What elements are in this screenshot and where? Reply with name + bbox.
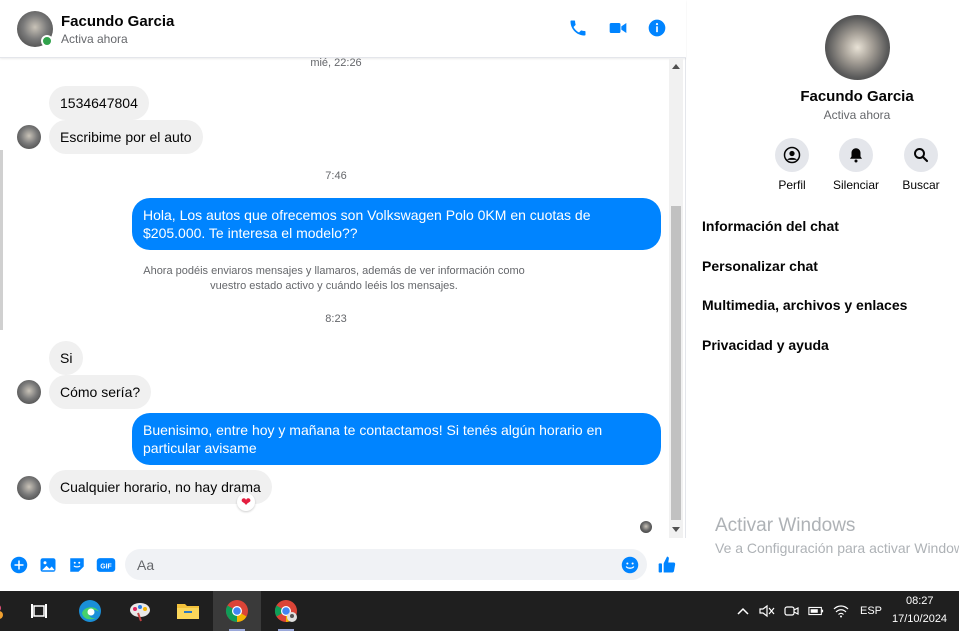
heart-reaction[interactable]: ❤: [237, 493, 255, 511]
chrome-profile-icon[interactable]: [262, 591, 310, 631]
messenger-window: Facundo Garcia Activa ahora mié, 22:26 1…: [0, 0, 959, 591]
window-edge: [0, 150, 3, 330]
search-icon[interactable]: [904, 138, 938, 172]
meet-now-icon[interactable]: [784, 603, 800, 619]
info-icon[interactable]: [646, 17, 668, 39]
search-label: Buscar: [902, 178, 940, 192]
svg-text:GIF: GIF: [100, 563, 112, 570]
chat-scrollbar[interactable]: [669, 58, 683, 538]
incoming-message[interactable]: Si: [49, 341, 84, 375]
windows-activation-title: Activar Windows: [715, 515, 856, 536]
task-view-icon[interactable]: [15, 591, 63, 631]
wifi-icon[interactable]: [833, 603, 849, 619]
scroll-down-arrow-icon[interactable]: [672, 527, 680, 532]
outgoing-message[interactable]: Hola, Los autos que ofrecemos son Volksw…: [132, 198, 661, 250]
mute-label: Silenciar: [832, 178, 880, 192]
windows-activation-subtitle: Ve a Configuración para activar Windows.: [715, 540, 959, 556]
language-indicator[interactable]: ESP: [860, 605, 882, 617]
scroll-up-arrow-icon[interactable]: [672, 64, 680, 69]
menu-chat-info[interactable]: Información del chat: [702, 218, 839, 234]
profile-status: Activa ahora: [823, 108, 891, 122]
video-call-icon[interactable]: [607, 17, 629, 39]
system-notice: Ahora podéis enviaros mensajes y llamaro…: [143, 265, 525, 292]
plus-icon[interactable]: [10, 556, 28, 574]
message-input[interactable]: [125, 549, 647, 580]
outgoing-message[interactable]: Buenisimo, entre hoy y mañana te contact…: [132, 413, 661, 465]
colorful-app-icon[interactable]: [0, 591, 14, 631]
menu-customize-chat[interactable]: Personalizar chat: [702, 258, 818, 274]
thumbs-up-icon[interactable]: [657, 556, 677, 574]
file-explorer-icon[interactable]: [164, 591, 212, 631]
sender-avatar: [17, 476, 41, 500]
message-list[interactable]: mié, 22:26 1534647804 Escribime por el a…: [4, 58, 684, 538]
gif-icon[interactable]: GIF: [96, 556, 116, 574]
profile-avatar[interactable]: [825, 15, 890, 80]
windows-taskbar: ESP 08:27 17/10/2024: [0, 591, 959, 631]
timestamp: 7:46: [325, 170, 347, 182]
incoming-message[interactable]: Escribime por el auto: [49, 120, 203, 154]
contact-status: Activa ahora: [61, 32, 128, 46]
chat-pane: Facundo Garcia Activa ahora mié, 22:26 1…: [0, 0, 686, 591]
sticker-icon[interactable]: [68, 556, 86, 574]
clock-date[interactable]: 17/10/2024: [892, 613, 947, 625]
battery-icon[interactable]: [808, 603, 824, 619]
seen-indicator-avatar: [640, 521, 652, 533]
incoming-message[interactable]: 1534647804: [49, 86, 149, 120]
search-action[interactable]: Buscar: [889, 138, 953, 192]
phone-icon[interactable]: [567, 17, 589, 39]
profile-label: Perfil: [778, 178, 806, 192]
contact-name[interactable]: Facundo Garcia: [61, 13, 174, 30]
bell-icon[interactable]: [839, 138, 873, 172]
speaker-muted-icon[interactable]: [759, 603, 775, 619]
menu-media-files-links[interactable]: Multimedia, archivos y enlaces: [702, 297, 907, 313]
chevron-up-icon[interactable]: [735, 603, 751, 619]
emoji-icon[interactable]: [621, 556, 639, 574]
incoming-message[interactable]: Cómo sería?: [49, 375, 152, 409]
message-composer: GIF: [0, 538, 686, 591]
menu-privacy-help[interactable]: Privacidad y ayuda: [702, 337, 829, 353]
timestamp: 8:23: [325, 313, 347, 325]
profile-name: Facundo Garcia: [800, 88, 914, 105]
clock-time[interactable]: 08:27: [906, 595, 934, 607]
sender-avatar: [17, 380, 41, 404]
chat-info-pane: Facundo Garcia Activa ahora Perfil Silen…: [687, 0, 959, 591]
profile-action[interactable]: Perfil: [760, 138, 824, 192]
online-status-dot: [41, 35, 53, 47]
scrollbar-thumb[interactable]: [671, 206, 681, 520]
edge-browser-icon[interactable]: [66, 591, 114, 631]
image-icon[interactable]: [39, 556, 57, 574]
profile-icon[interactable]: [775, 138, 809, 172]
chat-header: Facundo Garcia Activa ahora: [0, 0, 686, 58]
mute-action[interactable]: Silenciar: [824, 138, 888, 192]
paint-app-icon[interactable]: [116, 591, 164, 631]
sender-avatar: [17, 125, 41, 149]
chrome-icon[interactable]: [213, 591, 261, 631]
timestamp: mié, 22:26: [310, 58, 362, 69]
